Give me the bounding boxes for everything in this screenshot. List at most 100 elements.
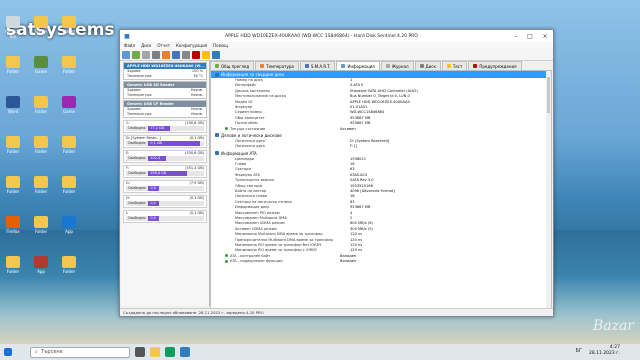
desktop-icon[interactable]: Folder: [30, 136, 52, 166]
drive-stat-value: Неизв.: [190, 112, 203, 116]
close-button[interactable]: ×: [537, 30, 553, 42]
drive-stat-value: 36 °C: [193, 74, 203, 78]
partition-card[interactable]: D: [System Reser...] (0,1 GB) Свободно: 0,1…: [123, 135, 207, 148]
partition-card[interactable]: I: (0,1 GB) Свободно: 0,0 GB: [123, 210, 207, 225]
tab-icon: [304, 64, 309, 68]
tab-1[interactable]: Температура: [255, 61, 299, 70]
partition-card[interactable]: C: (190,8 GB) Свободно: 77,1 GB: [123, 120, 207, 133]
desktop-icon-glyph: [34, 136, 48, 148]
drive-stat-label: Температура:: [127, 93, 153, 97]
partition-size: (7,9 GB): [189, 181, 204, 185]
explorer-icon[interactable]: [150, 347, 160, 357]
info-key-text: Транспортна версия: [235, 178, 274, 183]
hdsentinel-taskbar-icon[interactable]: [180, 347, 190, 357]
maximize-button[interactable]: □: [523, 30, 537, 42]
minimize-button[interactable]: –: [509, 30, 523, 42]
drive-card[interactable]: Generic USB SD Reader Здраве: Неизв. Темпер…: [123, 81, 207, 99]
menu-item[interactable]: Конфигурация: [176, 43, 207, 48]
desktop-icon[interactable]: Folder: [30, 16, 52, 46]
desktop-icon-label: Firefox: [6, 229, 20, 234]
desktop-icon[interactable]: Folder: [58, 16, 80, 46]
desktop-icon[interactable]: Folder: [58, 136, 80, 166]
tab-2[interactable]: S.M.A.R.T.: [299, 61, 336, 70]
help-icon[interactable]: [212, 50, 220, 59]
section-header[interactable]: Информация ATA: [211, 150, 551, 157]
menu-item[interactable]: Файл: [124, 43, 135, 48]
desktop-icon-glyph: [62, 256, 76, 268]
desktop-icon[interactable]: Folder: [2, 136, 24, 166]
start-icon[interactable]: [4, 348, 12, 356]
desktop-icon[interactable]: Folder: [2, 256, 24, 286]
alert-icon[interactable]: [192, 50, 200, 59]
tab-4[interactable]: Журнал: [380, 61, 414, 70]
desktop-icon[interactable]: Folder: [58, 176, 80, 206]
info-key-text: Информация диск: [235, 205, 270, 210]
disk-icon[interactable]: [142, 50, 150, 59]
print-icon[interactable]: [152, 50, 160, 59]
menu-item[interactable]: Помощ: [213, 43, 228, 48]
tab-icon: [385, 64, 390, 68]
task-view-icon[interactable]: [135, 347, 145, 357]
chart-icon[interactable]: [162, 50, 170, 59]
desktop-icon[interactable]: Folder: [58, 256, 80, 286]
settings-icon[interactable]: [182, 50, 190, 59]
mail-icon[interactable]: [172, 50, 180, 59]
toolbar: [120, 49, 553, 61]
info-key-text: Логически глави: [235, 194, 267, 199]
menu-item[interactable]: Диск: [141, 43, 151, 48]
search-box[interactable]: ⌕ Търсене: [30, 346, 130, 358]
desktop-icon-label: Recycle Bin: [5, 29, 21, 39]
partition-free-label: Свободно:: [128, 156, 147, 160]
tab-6[interactable]: Тест: [441, 61, 468, 70]
test-icon[interactable]: [202, 50, 210, 59]
desktop-icon-glyph: [34, 256, 48, 268]
desktop-icon[interactable]: Firefox: [2, 216, 24, 246]
desktop-icon[interactable]: Folder: [2, 176, 24, 206]
desktop-icon-label: Game: [35, 69, 47, 74]
partition-card[interactable]: F: (351,4 GB) Свободно: 256,4 GB: [123, 165, 207, 178]
desktop-icon[interactable]: App: [30, 256, 52, 286]
drive-card[interactable]: APPLE HDD WD10EZEX-40UKAA0 (W... Здраве: 1…: [123, 62, 207, 80]
section-header[interactable]: Дялове и логически дискове: [211, 132, 551, 139]
menu-item[interactable]: Отчет: [157, 43, 170, 48]
refresh-icon[interactable]: [122, 50, 130, 59]
desktop-icon[interactable]: Folder: [30, 216, 52, 246]
report-icon[interactable]: [132, 50, 140, 59]
section-header[interactable]: Информация за твърдия диск: [211, 71, 551, 78]
desktop-icon-glyph: [34, 56, 48, 68]
tab-3[interactable]: Информация: [336, 61, 380, 70]
desktop-icon[interactable]: Folder: [30, 96, 52, 126]
tab-7[interactable]: Предупреждения: [468, 61, 522, 70]
info-key-text: Логически диск: [235, 138, 266, 143]
desktop-icon-label: Folder: [62, 69, 76, 74]
desktop-icon[interactable]: Recycle Bin: [2, 16, 24, 46]
partition-card[interactable]: H: (0,1 GB) Свободно: 0,0 GB: [123, 195, 207, 210]
desktop-icon[interactable]: Folder: [2, 56, 24, 86]
desktop-icon[interactable]: Folder: [30, 176, 52, 206]
desktop-icon[interactable]: Game: [30, 56, 52, 86]
desktop-icon[interactable]: App: [58, 216, 80, 246]
info-value: Активен: [340, 126, 356, 131]
tab-icon: [419, 64, 424, 68]
partition-card[interactable]: G: (7,9 GB) Свободно: 0,0 GB: [123, 180, 207, 195]
partition-usage-bar: Свободно: 0,0 GB: [126, 186, 204, 195]
partition-card[interactable]: E: (330,6 GB) Свободно: 102,4 GB: [123, 150, 207, 165]
drive-card[interactable]: Generic USB CF Reader Здраве: Неизв. Темпер…: [123, 100, 207, 118]
info-panel: Информация за твърдия диск Номер на диск 1…: [210, 70, 552, 309]
language-indicator[interactable]: БГ: [576, 348, 582, 354]
info-key-text: Минимално PIO време за трансфер без IORD…: [235, 242, 322, 247]
desktop-icon[interactable]: Game: [58, 96, 80, 126]
clock[interactable]: 4:27 28.11.2023 г.: [589, 345, 620, 357]
desktop-icon-glyph: [62, 56, 76, 68]
desktop-icon[interactable]: Folder: [58, 56, 80, 86]
tab-5[interactable]: Диск: [414, 61, 441, 70]
partition-free-fill: 0,1 GB: [148, 141, 201, 146]
scrollbar[interactable]: [546, 71, 551, 308]
tab-0[interactable]: Общ преглед: [210, 61, 255, 70]
scroll-thumb[interactable]: [547, 77, 550, 113]
desktop-icon-label: Folder: [62, 29, 76, 34]
desktop-icon[interactable]: Word: [2, 96, 24, 126]
edge-icon[interactable]: [165, 347, 175, 357]
partition-usage-bar: Свободно: 102,4 GB: [126, 156, 204, 165]
desktop-icon-label: Folder: [34, 29, 48, 34]
